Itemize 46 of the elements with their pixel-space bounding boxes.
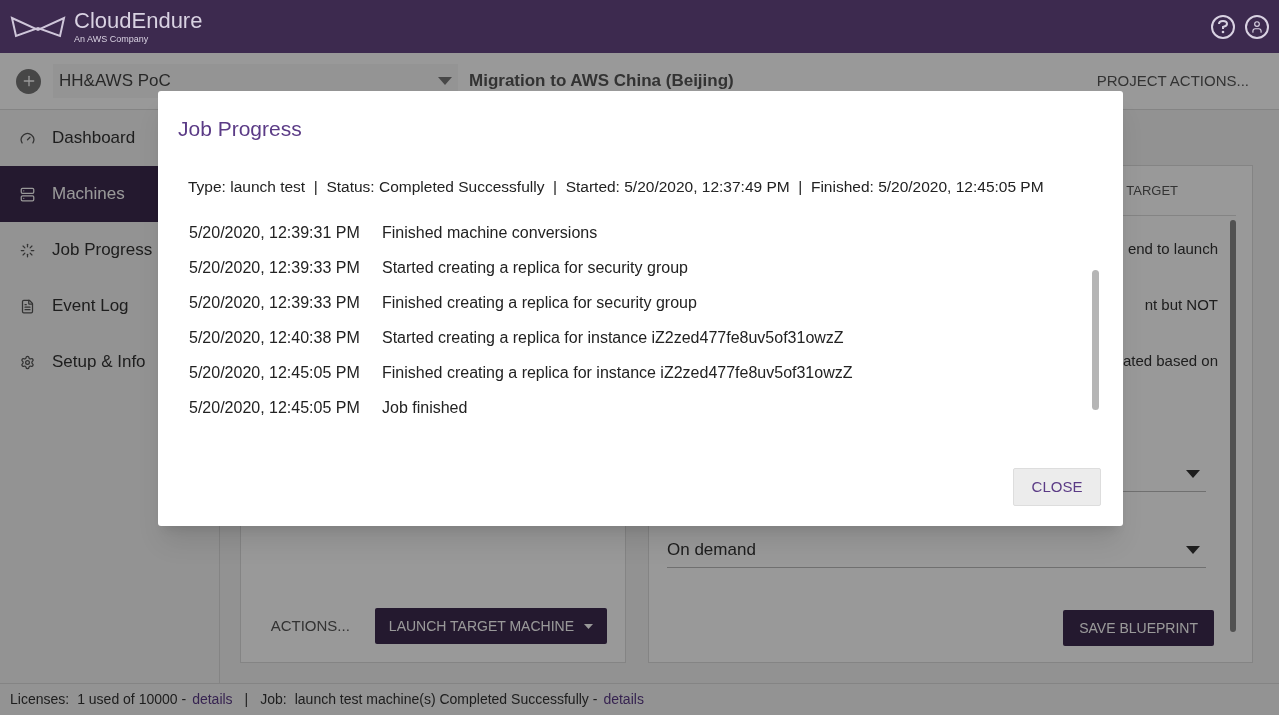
gear-icon: [20, 354, 35, 370]
log-message: Finished creating a replica for instance iZ2zed477fe8uv5of31owzZ: [382, 363, 853, 384]
log-time: 5/20/2020, 12:45:05 PM: [189, 363, 361, 384]
log-message: Finished machine conversions: [382, 223, 598, 244]
blueprint-text: end to launch: [1127, 239, 1218, 259]
log-time: 5/20/2020, 12:45:05 PM: [189, 398, 361, 419]
log-message: Finished creating a replica for security group: [382, 293, 697, 314]
close-button[interactable]: CLOSE: [1013, 468, 1101, 506]
caret-icon: [584, 623, 593, 629]
job-value: launch test machine(s) Completed Successfully -: [294, 690, 598, 709]
blueprint-text: ated based on: [1122, 351, 1218, 371]
launch-target-machine-button[interactable]: LAUNCH TARGET MACHINE: [374, 608, 607, 644]
caret-icon: [1186, 545, 1200, 554]
actions-button[interactable]: ACTIONS...: [270, 614, 350, 638]
caret-icon: [1186, 469, 1200, 478]
server-icon: [20, 186, 35, 202]
logo-icon: [10, 15, 66, 38]
log-message: Job finished: [382, 398, 468, 419]
log-time: 5/20/2020, 12:39:33 PM: [189, 293, 361, 314]
spinner-icon: [20, 242, 35, 258]
document-icon: [20, 298, 35, 314]
job-details-link[interactable]: details: [603, 689, 644, 710]
log-time: 5/20/2020, 12:40:38 PM: [189, 328, 361, 349]
job-label: Job:: [260, 690, 287, 709]
user-icon[interactable]: [1245, 14, 1269, 39]
project-actions-button[interactable]: PROJECT ACTIONS...: [1096, 69, 1249, 93]
licenses-value: 1 used of 10000 -: [77, 690, 187, 709]
help-icon[interactable]: [1211, 14, 1235, 39]
logo-tagline: An AWS Company: [74, 34, 150, 44]
target-tab[interactable]: TARGET: [1126, 180, 1178, 201]
add-project-button[interactable]: [16, 68, 41, 94]
blueprint-text: nt but NOT: [1144, 295, 1218, 315]
gauge-icon: [20, 130, 35, 146]
machine-type-dropdown[interactable]: On demand: [667, 532, 1206, 568]
caret-icon: [438, 77, 452, 85]
licenses-details-link[interactable]: details: [192, 689, 233, 710]
log-time: 5/20/2020, 12:39:33 PM: [189, 258, 361, 279]
log-time: 5/20/2020, 12:39:31 PM: [189, 223, 361, 244]
licenses-label: Licenses:: [10, 690, 70, 709]
dialog-title: Job Progress: [178, 116, 303, 142]
project-title: Migration to AWS China (Beijing): [469, 70, 734, 93]
log-message: Started creating a replica for security group: [382, 258, 688, 279]
separator: |: [244, 690, 249, 709]
save-blueprint-button[interactable]: SAVE BLUEPRINT: [1063, 610, 1214, 646]
logo-text: CloudEndure: [74, 9, 203, 32]
log-message: Started creating a replica for instance iZ2zed477fe8uv5of31owzZ: [382, 328, 844, 349]
